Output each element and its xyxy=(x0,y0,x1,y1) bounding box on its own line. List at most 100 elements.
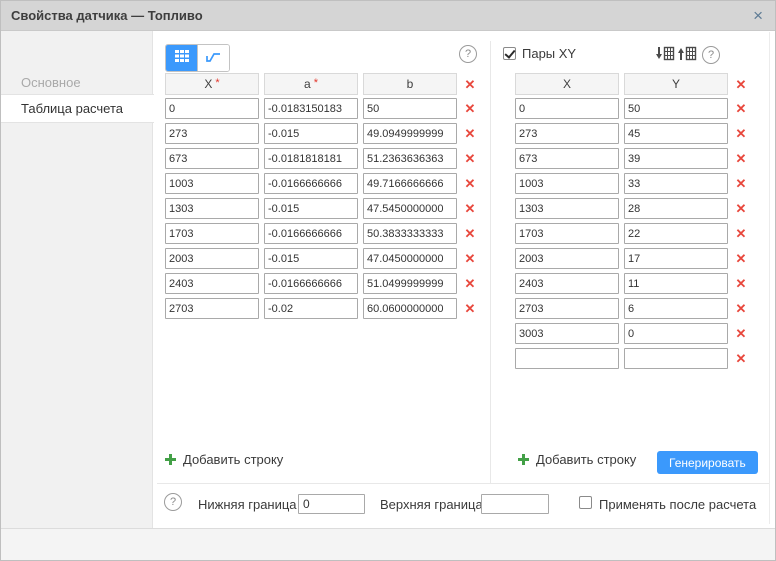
pairs-table-row: ✕ xyxy=(515,348,749,369)
calc-table-a-input[interactable] xyxy=(264,98,358,119)
calc-table-x-input[interactable] xyxy=(165,298,259,319)
delete-row-icon[interactable]: ✕ xyxy=(733,223,749,244)
delete-row-icon[interactable]: ✕ xyxy=(462,123,478,144)
calc-table-row: ✕ xyxy=(165,173,478,194)
add-row-button-right[interactable]: Добавить строку xyxy=(518,452,636,467)
calc-table-b-input[interactable] xyxy=(363,298,457,319)
pairs-table-x-input[interactable] xyxy=(515,198,619,219)
delete-row-icon[interactable]: ✕ xyxy=(733,173,749,194)
delete-row-icon[interactable]: ✕ xyxy=(462,148,478,169)
generate-button[interactable]: Генерировать xyxy=(657,451,758,474)
calc-table-b-input[interactable] xyxy=(363,273,457,294)
sidebar-item-calc-table[interactable]: Таблица расчета xyxy=(1,94,154,123)
delete-row-icon[interactable]: ✕ xyxy=(733,148,749,169)
delete-row-icon[interactable]: ✕ xyxy=(462,273,478,294)
calc-table-b-input[interactable] xyxy=(363,123,457,144)
column-header-x: X* xyxy=(165,73,259,95)
add-row-label: Добавить строку xyxy=(536,452,636,467)
delete-column-icon[interactable]: ✕ xyxy=(733,74,749,95)
table-view-button[interactable] xyxy=(166,45,197,71)
delete-row-icon[interactable]: ✕ xyxy=(462,248,478,269)
calc-table-x-input[interactable] xyxy=(165,273,259,294)
pairs-table-y-input[interactable] xyxy=(624,273,728,294)
calc-table-row: ✕ xyxy=(165,198,478,219)
delete-row-icon[interactable]: ✕ xyxy=(733,98,749,119)
pairs-table-x-input[interactable] xyxy=(515,273,619,294)
pairs-table-y-input[interactable] xyxy=(624,323,728,344)
pairs-table-y-input[interactable] xyxy=(624,98,728,119)
delete-row-icon[interactable]: ✕ xyxy=(733,248,749,269)
delete-row-icon[interactable]: ✕ xyxy=(462,223,478,244)
delete-row-icon[interactable]: ✕ xyxy=(733,123,749,144)
pairs-xy-checkbox[interactable] xyxy=(503,47,516,60)
delete-row-icon[interactable]: ✕ xyxy=(462,173,478,194)
calc-table-a-input[interactable] xyxy=(264,248,358,269)
help-icon-pairs[interactable]: ? xyxy=(702,46,720,64)
help-icon[interactable]: ? xyxy=(459,45,477,63)
pairs-table-y-input[interactable] xyxy=(624,123,728,144)
add-row-button-left[interactable]: Добавить строку xyxy=(165,452,283,467)
close-icon[interactable]: × xyxy=(753,1,763,30)
delete-row-icon[interactable]: ✕ xyxy=(462,198,478,219)
delete-row-icon[interactable]: ✕ xyxy=(733,298,749,319)
delete-row-icon[interactable]: ✕ xyxy=(733,323,749,344)
calc-table-a-input[interactable] xyxy=(264,148,358,169)
calc-table-a-input[interactable] xyxy=(264,198,358,219)
pairs-table-x-input[interactable] xyxy=(515,148,619,169)
pairs-table-x-input[interactable] xyxy=(515,323,619,344)
apply-after-calc-checkbox[interactable] xyxy=(579,496,592,509)
chart-view-button[interactable] xyxy=(197,45,229,71)
pairs-table-row: ✕ xyxy=(515,173,749,194)
calc-table-a-input[interactable] xyxy=(264,223,358,244)
calc-table-x-input[interactable] xyxy=(165,248,259,269)
calc-table-b-input[interactable] xyxy=(363,148,457,169)
sidebar-item-main[interactable]: Основное xyxy=(1,71,153,94)
pairs-table-y-input[interactable] xyxy=(624,223,728,244)
required-asterisk: * xyxy=(215,77,219,89)
pairs-table-x-input[interactable] xyxy=(515,98,619,119)
calc-table-x-input[interactable] xyxy=(165,98,259,119)
delete-row-icon[interactable]: ✕ xyxy=(733,198,749,219)
add-row-label: Добавить строку xyxy=(183,452,283,467)
pairs-table-x-input[interactable] xyxy=(515,298,619,319)
calc-table-a-input[interactable] xyxy=(264,298,358,319)
pairs-table-x-input[interactable] xyxy=(515,173,619,194)
calc-table-x-input[interactable] xyxy=(165,123,259,144)
delete-row-icon[interactable]: ✕ xyxy=(462,98,478,119)
arrow-up-from-table-icon[interactable] xyxy=(678,46,697,66)
calc-table-b-input[interactable] xyxy=(363,173,457,194)
pairs-xy-row: Пары XY xyxy=(503,46,576,61)
delete-row-icon[interactable]: ✕ xyxy=(733,348,749,369)
pairs-table-y-input[interactable] xyxy=(624,298,728,319)
calc-table-x-input[interactable] xyxy=(165,198,259,219)
calc-table-a-input[interactable] xyxy=(264,273,358,294)
lower-bound-input[interactable] xyxy=(298,494,365,514)
calc-table-x-input[interactable] xyxy=(165,223,259,244)
pairs-table-x-input[interactable] xyxy=(515,123,619,144)
calc-table-a-input[interactable] xyxy=(264,173,358,194)
pairs-table-x-input[interactable] xyxy=(515,223,619,244)
pairs-table-x-input[interactable] xyxy=(515,248,619,269)
upper-bound-input[interactable] xyxy=(481,494,549,514)
delete-column-icon[interactable]: ✕ xyxy=(462,74,478,95)
calc-table-b-input[interactable] xyxy=(363,248,457,269)
pairs-table-y-input[interactable] xyxy=(624,348,728,369)
delete-row-icon[interactable]: ✕ xyxy=(733,273,749,294)
pairs-table-y-input[interactable] xyxy=(624,198,728,219)
calc-table-b-input[interactable] xyxy=(363,198,457,219)
calc-table-b-input[interactable] xyxy=(363,98,457,119)
pairs-table-y-input[interactable] xyxy=(624,173,728,194)
pairs-table-y-input[interactable] xyxy=(624,248,728,269)
help-icon-bounds[interactable]: ? xyxy=(164,493,182,511)
calc-table-x-input[interactable] xyxy=(165,148,259,169)
calc-table-x-input[interactable] xyxy=(165,173,259,194)
column-header-x: X xyxy=(515,73,619,95)
arrow-down-into-table-icon[interactable] xyxy=(656,46,675,66)
dialog-title-bar: Свойства датчика — Топливо × xyxy=(1,1,776,31)
pairs-table-x-input[interactable] xyxy=(515,348,619,369)
calc-table-row: ✕ xyxy=(165,273,478,294)
pairs-table-y-input[interactable] xyxy=(624,148,728,169)
delete-row-icon[interactable]: ✕ xyxy=(462,298,478,319)
calc-table-b-input[interactable] xyxy=(363,223,457,244)
calc-table-a-input[interactable] xyxy=(264,123,358,144)
